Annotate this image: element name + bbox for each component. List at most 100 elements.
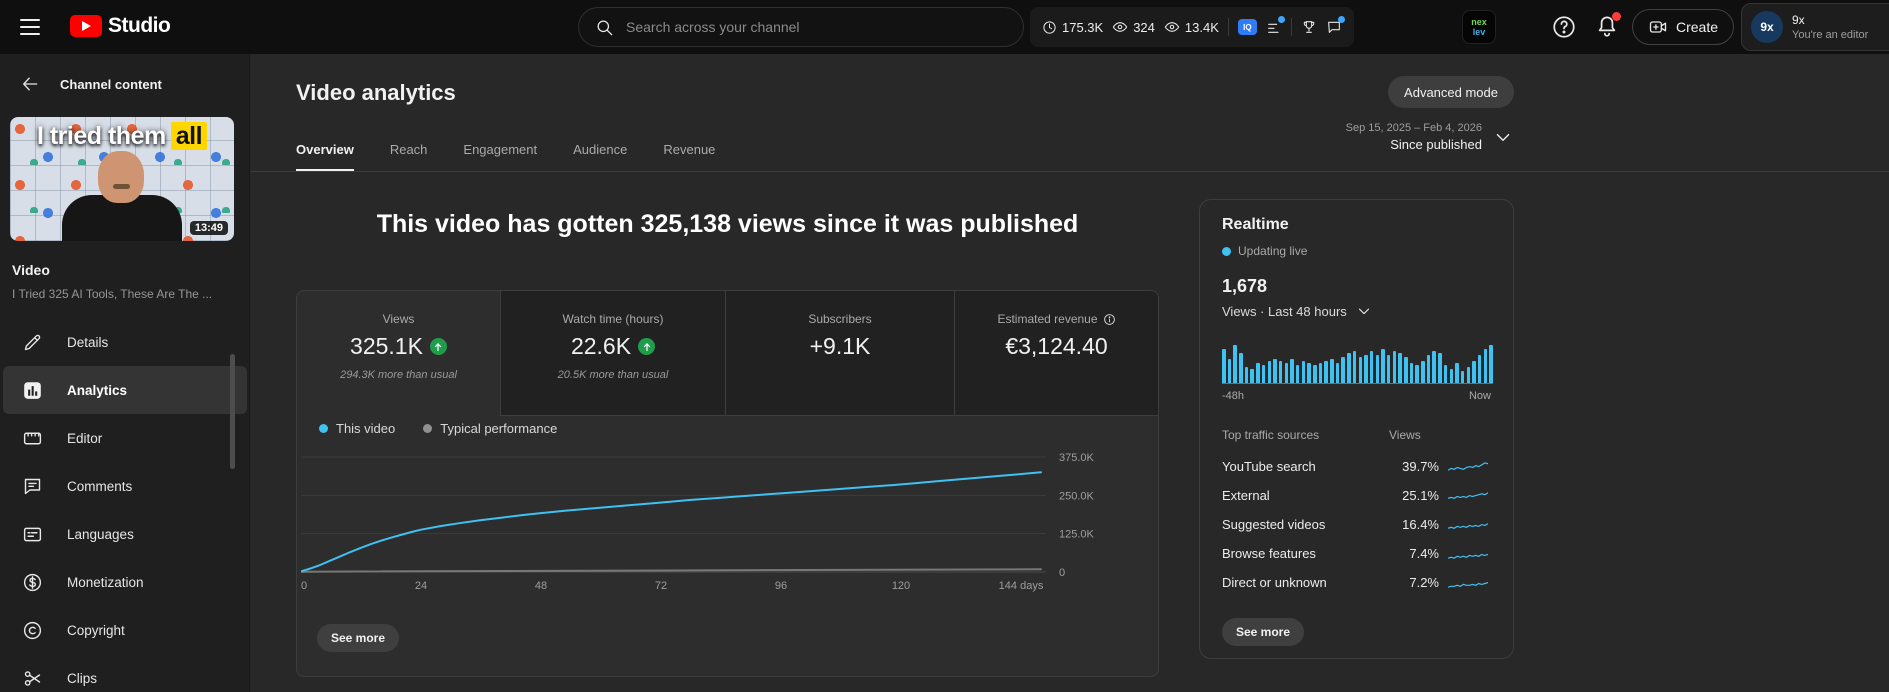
realtime-see-more-button[interactable]: See more — [1222, 618, 1305, 646]
menu-button[interactable] — [20, 19, 40, 35]
vidiq-feedback-button[interactable] — [1326, 16, 1345, 35]
traffic-header-source: Top traffic sources — [1222, 428, 1320, 442]
copyright-icon — [23, 621, 42, 639]
traffic-header-views: Views — [1389, 428, 1421, 442]
tab-engagement[interactable]: Engagement — [463, 142, 537, 172]
notification-dot — [1277, 16, 1285, 23]
avatar-text: nex — [1471, 17, 1487, 27]
traffic-row-suggested-videos[interactable]: Suggested videos 16.4% — [1222, 510, 1491, 539]
tabs-divider — [251, 171, 1889, 172]
svg-text:250.0K: 250.0K — [1059, 490, 1095, 502]
topbar: Studio 175.3K 324 13.4K IQ — [0, 0, 1889, 54]
sidebar-item-label: Copyright — [67, 622, 125, 638]
metric-value: €3,124.40 — [1005, 333, 1108, 359]
realtime-bar-chart — [1222, 336, 1493, 384]
metric-card-revenue[interactable]: Estimated revenue €3,124.40 — [955, 291, 1158, 416]
svg-text:120: 120 — [892, 580, 910, 592]
video-thumbnail[interactable]: I tried them all 13:49 — [10, 117, 234, 241]
tab-audience[interactable]: Audience — [573, 142, 627, 172]
see-more-button[interactable]: See more — [317, 624, 400, 652]
eye-icon — [1164, 22, 1180, 32]
sidebar-item-label: Details — [67, 334, 109, 350]
svg-text:144 days: 144 days — [999, 580, 1044, 592]
trend-up-icon — [429, 338, 447, 355]
views-line-chart: 0 125.0K 250.0K 375.0K 0 24 48 72 96 120 144 days — [301, 452, 1095, 592]
stat-value: 324 — [1133, 19, 1155, 35]
traffic-source: Browse features — [1222, 546, 1316, 561]
divider — [1290, 18, 1292, 36]
traffic-row-external[interactable]: External 25.1% — [1222, 481, 1491, 510]
metric-card-views[interactable]: Views 325.1K 294.3K more than usual — [297, 291, 501, 416]
metric-card-watch-time[interactable]: Watch time (hours) 22.6K 20.5K more than… — [501, 291, 726, 416]
sidebar-section-title: Video — [12, 262, 50, 278]
sidebar-item-label: Editor — [67, 430, 103, 446]
metric-label: Watch time (hours) — [562, 312, 664, 326]
youtube-studio-analytics-page: Studio 175.3K 324 13.4K IQ — [0, 0, 1889, 692]
date-range-text: Sep 15, 2025 – Feb 4, 2026 — [1345, 122, 1482, 134]
traffic-row-browse-features[interactable]: Browse features 7.4% — [1222, 539, 1491, 568]
realtime-axis: -48h Now — [1222, 390, 1491, 402]
updating-live-label: Updating live — [1238, 244, 1308, 258]
help-icon[interactable] — [1551, 14, 1577, 40]
thumbnail-title: I tried them all — [10, 122, 234, 151]
sidebar-item-copyright[interactable]: Copyright — [0, 606, 250, 654]
legend-typical-performance: Typical performance — [423, 421, 557, 436]
sidebar-item-label: Comments — [67, 478, 133, 494]
metric-value: 325.1K — [350, 333, 423, 359]
vidiq-stats-toolbar[interactable]: 175.3K 324 13.4K IQ — [1030, 7, 1354, 47]
vidiq-badge-icon[interactable]: IQ — [1237, 19, 1257, 35]
sidebar-item-clips[interactable]: Clips — [0, 654, 250, 692]
traffic-pct: 25.1% — [1402, 488, 1439, 503]
traffic-sparkline — [1448, 491, 1488, 499]
sidebar-item-languages[interactable]: Languages — [0, 510, 250, 558]
create-button[interactable]: Create — [1632, 9, 1735, 45]
sidebar-item-label: Languages — [67, 526, 134, 542]
eye-icon — [1113, 22, 1128, 32]
sidebar-item-editor[interactable]: Editor — [0, 414, 250, 462]
editor-chip-title: 9x — [1792, 13, 1805, 27]
studio-logo[interactable]: Studio — [70, 14, 171, 38]
realtime-metric-selector[interactable]: Views · Last 48 hours — [1222, 302, 1373, 320]
traffic-source: External — [1222, 488, 1270, 503]
editor-account-chip[interactable]: 9x 9x You're an editor — [1741, 3, 1889, 51]
stat-value: 175.3K — [1062, 19, 1104, 35]
video-plus-icon — [1649, 21, 1667, 33]
metric-value: +9.1K — [809, 333, 871, 359]
sidebar-item-monetization[interactable]: Monetization — [0, 558, 250, 606]
date-range-picker[interactable]: Sep 15, 2025 – Feb 4, 2026 Since publish… — [1346, 122, 1514, 152]
traffic-pct: 7.4% — [1409, 546, 1439, 561]
sidebar-item-comments[interactable]: Comments — [0, 462, 250, 510]
metric-card-subscribers[interactable]: Subscribers +9.1K — [726, 291, 955, 416]
traffic-sparkline — [1448, 522, 1488, 529]
metric-label: Subscribers — [808, 312, 872, 326]
vidiq-scorecard-button[interactable] — [1266, 16, 1285, 35]
tab-overview[interactable]: Overview — [296, 142, 354, 172]
chevron-down-icon — [1496, 133, 1510, 141]
sidebar-item-label: Analytics — [67, 382, 128, 398]
channel-avatar[interactable]: nex lev — [1462, 10, 1496, 44]
tab-revenue[interactable]: Revenue — [663, 142, 715, 172]
video-duration-badge: 13:49 — [189, 221, 228, 235]
watch-time-stat: 175.3K — [1042, 20, 1103, 35]
chevron-down-icon — [1358, 308, 1369, 315]
trophy-icon[interactable] — [1301, 19, 1317, 35]
sidebar-scrollbar[interactable] — [230, 354, 235, 469]
traffic-row-youtube-search[interactable]: YouTube search 39.7% — [1222, 452, 1491, 481]
search-input[interactable] — [626, 19, 1007, 35]
traffic-pct: 16.4% — [1402, 517, 1439, 532]
advanced-mode-button[interactable]: Advanced mode — [1388, 76, 1514, 108]
notifications-button[interactable] — [1594, 12, 1621, 39]
axis-label-end: Now — [1468, 390, 1491, 402]
updating-live-row: Updating live — [1222, 244, 1307, 258]
sidebar-item-analytics[interactable]: Analytics — [3, 366, 247, 414]
realtime-views-count: 1,678 — [1222, 276, 1268, 296]
create-label: Create — [1676, 19, 1719, 35]
sidebar-item-details[interactable]: Details — [0, 318, 250, 366]
tab-reach[interactable]: Reach — [390, 142, 428, 172]
search-bar[interactable] — [578, 7, 1024, 47]
back-to-channel-content[interactable]: Channel content — [20, 74, 162, 94]
chart-legend: This video Typical performance — [319, 421, 557, 436]
metric-label: Estimated revenue — [997, 312, 1098, 326]
svg-text:24: 24 — [415, 580, 427, 592]
traffic-row-direct-or-unknown[interactable]: Direct or unknown 7.2% — [1222, 568, 1491, 597]
